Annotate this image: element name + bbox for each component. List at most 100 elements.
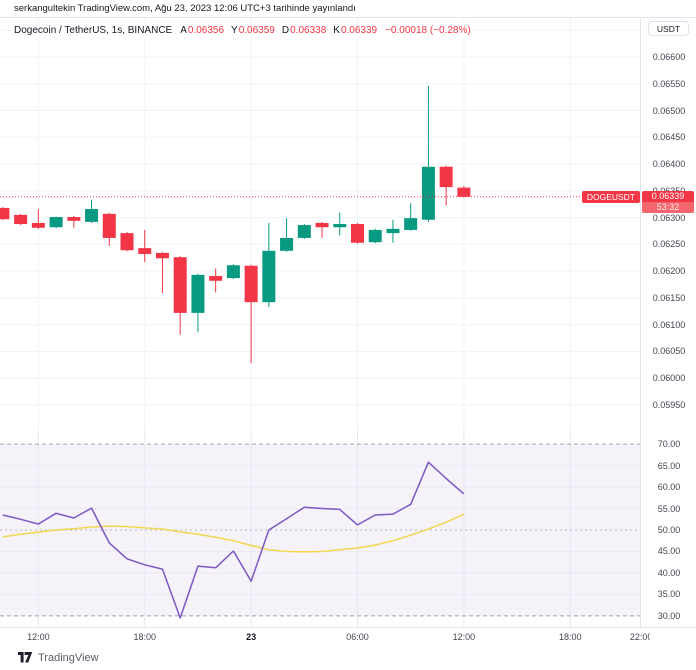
rsi-scale-label: 60.00 — [641, 482, 696, 492]
price-scale-label: 0.05950 — [641, 400, 696, 410]
time-scale-label: 06:00 — [346, 632, 369, 642]
up-candle-body — [422, 167, 435, 220]
rsi-scale-label: 50.00 — [641, 525, 696, 535]
time-scale[interactable]: 12:00 18:00 23 06:00 12:00 18:00 22:00 — [0, 627, 696, 645]
candle — [333, 213, 346, 235]
down-candle-body — [174, 257, 187, 313]
time-scale-label: 12:00 — [27, 632, 50, 642]
up-candle-body — [333, 224, 346, 227]
ohlc-value: 0.06339 — [341, 25, 377, 36]
up-candle-body — [298, 225, 311, 238]
price-scale-label: 0.06450 — [641, 132, 696, 142]
chart-legend: Dogecoin / TetherUS, 1s, BINANCE A0.0635… — [12, 24, 473, 37]
price-scale-label: 0.06150 — [641, 293, 696, 303]
candle — [85, 200, 98, 223]
down-candle-body — [245, 266, 258, 302]
down-candle-body — [457, 188, 470, 197]
ohlc-pair: Y0.06359 — [231, 25, 275, 36]
publication-text: serkangultekin TradingView.com, Ağu 23, … — [14, 3, 356, 14]
rsi-scale-label: 70.00 — [641, 439, 696, 449]
candle — [50, 217, 63, 229]
bar-countdown: 53:32 — [642, 202, 694, 213]
rsi-scale-label: 55.00 — [641, 504, 696, 514]
down-candle-body — [121, 233, 134, 250]
ohlc-value: 0.06338 — [290, 25, 326, 36]
down-candle-body — [316, 223, 329, 227]
time-scale-labels: 12:00 18:00 23 06:00 12:00 18:00 22:00 — [0, 628, 650, 646]
candle — [14, 214, 27, 225]
ohlc-value: 0.06359 — [239, 25, 275, 36]
footer-bar: TradingView — [0, 645, 696, 670]
candle — [209, 268, 222, 292]
candle — [156, 252, 169, 293]
ohlc-label: K — [333, 25, 340, 36]
candle — [138, 230, 151, 262]
time-scale-label: 18:00 — [559, 632, 582, 642]
rsi-canvas[interactable] — [0, 430, 640, 627]
ohlc-values: A0.06356 Y0.06359 D0.06338 K0.06339 — [180, 25, 377, 36]
ohlc-value: 0.06356 — [188, 25, 224, 36]
ohlc-label: D — [282, 25, 289, 36]
publication-bar: serkangultekin TradingView.com, Ağu 23, … — [0, 0, 696, 18]
symbol-price-tag: DOGEUSDT — [582, 191, 640, 203]
candle — [121, 232, 134, 251]
candle — [422, 86, 435, 222]
candlestick-canvas[interactable] — [0, 18, 640, 430]
candle — [351, 223, 364, 244]
up-candle-body — [280, 238, 293, 251]
time-scale-label: 22:00 — [630, 632, 650, 642]
change-value: −0.00018 (−0.28%) — [385, 25, 471, 36]
price-scale[interactable]: USDT 0.066000.065500.065000.064500.06400… — [640, 18, 696, 645]
candle — [32, 209, 45, 229]
tradingview-published-chart: serkangultekin TradingView.com, Ağu 23, … — [0, 0, 696, 670]
tradingview-brand-link[interactable]: TradingView — [38, 652, 99, 664]
price-pane[interactable] — [0, 18, 640, 430]
rsi-scale-label: 30.00 — [641, 611, 696, 621]
candle — [369, 229, 382, 243]
ohlc-label: A — [180, 25, 187, 36]
down-candle-body — [209, 276, 222, 281]
price-scale-label: 0.06600 — [641, 52, 696, 62]
price-scale-label: 0.06550 — [641, 79, 696, 89]
up-candle-body — [85, 209, 98, 222]
price-scale-label: 0.06300 — [641, 213, 696, 223]
time-scale-label: 23 — [246, 632, 256, 642]
down-candle-body — [67, 217, 80, 221]
down-candle-body — [440, 167, 453, 187]
up-candle-body — [50, 217, 63, 227]
rsi-scale-label: 40.00 — [641, 568, 696, 578]
down-candle-body — [103, 214, 116, 238]
price-scale-label: 0.06250 — [641, 239, 696, 249]
candle — [245, 265, 258, 363]
up-candle-body — [262, 251, 275, 302]
price-scale-label: 0.06200 — [641, 266, 696, 276]
time-scale-label: 12:00 — [453, 632, 476, 642]
down-candle-body — [156, 253, 169, 258]
candle — [457, 186, 470, 197]
rsi-scale-label: 65.00 — [641, 461, 696, 471]
rsi-pane[interactable] — [0, 430, 640, 627]
candle — [191, 274, 204, 332]
tradingview-logo-icon[interactable] — [18, 652, 33, 663]
down-candle-body — [14, 215, 27, 224]
price-scale-label: 0.06500 — [641, 106, 696, 116]
time-scale-label: 18:00 — [133, 632, 156, 642]
down-candle-body — [351, 224, 364, 243]
up-candle-body — [369, 230, 382, 242]
up-candle-body — [404, 218, 417, 230]
candle — [298, 224, 311, 239]
candle — [174, 256, 187, 335]
candle — [316, 222, 329, 238]
ohlc-pair: A0.06356 — [180, 25, 224, 36]
rsi-scale-label: 35.00 — [641, 589, 696, 599]
ohlc-label: Y — [231, 25, 238, 36]
price-scale-label: 0.06050 — [641, 346, 696, 356]
ohlc-pair: K0.06339 — [333, 25, 377, 36]
symbol-title[interactable]: Dogecoin / TetherUS, 1s, BINANCE — [14, 25, 172, 36]
down-candle-body — [32, 223, 45, 228]
up-candle-body — [386, 229, 399, 233]
last-price-axis-label: 0.06339 53:32 — [642, 191, 694, 213]
ohlc-pair: D0.06338 — [282, 25, 326, 36]
currency-toggle-button[interactable]: USDT — [648, 21, 689, 36]
candle — [440, 166, 453, 206]
